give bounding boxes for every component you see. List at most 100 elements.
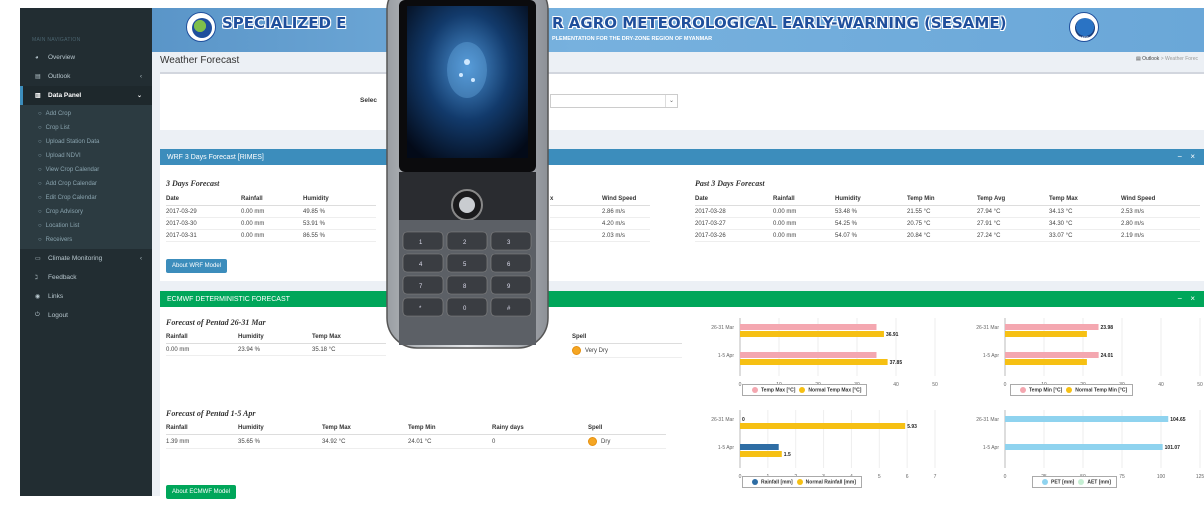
bar bbox=[1005, 359, 1087, 365]
table-row: 2.86 m/s bbox=[550, 205, 650, 218]
legend-label: Normal Temp Min [°C] bbox=[1075, 387, 1128, 394]
sun-icon bbox=[588, 437, 597, 446]
table-cell: 35.65 % bbox=[238, 434, 322, 449]
table-cell: 2017-03-27 bbox=[695, 217, 773, 230]
rimes-logo: RIMES bbox=[1069, 12, 1099, 42]
legend-label: AET [mm] bbox=[1087, 479, 1111, 486]
submenu-item-upload-ndvi[interactable]: ○ Upload NDVI bbox=[20, 149, 152, 163]
table-cell: 35.18 °C bbox=[312, 343, 386, 356]
data-label: 104.65 bbox=[1170, 417, 1186, 423]
table-cell: 34.30 °C bbox=[1049, 217, 1121, 230]
temp-min-chart: 0102030405026-31 Mar23.981-5 Apr24.01 bbox=[965, 316, 1203, 392]
globe-icon: ◉ bbox=[35, 294, 41, 300]
bar bbox=[740, 444, 779, 450]
data-label: 1.5 bbox=[784, 452, 791, 458]
circle-icon: ○ bbox=[38, 237, 42, 243]
legend-label: Normal Rainfall [mm] bbox=[805, 479, 856, 486]
circle-icon: ○ bbox=[38, 153, 42, 159]
data-label: 37.85 bbox=[890, 360, 903, 366]
wrf-box-title: WRF 3 Days Forecast [RIMES] bbox=[167, 153, 264, 161]
submenu-item-edit-crop-calendar[interactable]: ○ Edit Crop Calendar bbox=[20, 191, 152, 205]
mobile-phone-image: Xphonell 123 456 789 *0# bbox=[386, 0, 549, 349]
location-dropdown[interactable]: ⌄ bbox=[550, 94, 678, 108]
breadcrumb: ▤ Outlook > Weather Forec bbox=[1136, 56, 1198, 62]
table-cell: 27.94 °C bbox=[977, 205, 1049, 218]
submenu-item-receivers[interactable]: ○ Receivers bbox=[20, 233, 152, 247]
column-header: Wind Speed bbox=[602, 193, 650, 206]
chevron-down-icon: ⌄ bbox=[665, 95, 677, 107]
sidebar-nav-title: MAIN NAVIGATION bbox=[32, 37, 81, 43]
about-ecmwf-model-button[interactable]: About ECMWF Model bbox=[166, 485, 237, 499]
table-header-row: x Wind Speed bbox=[550, 193, 650, 206]
rss-icon: ℷ bbox=[35, 275, 38, 281]
banner-subtitle: PLEMENTATION FOR THE DRY-ZONE REGION OF … bbox=[552, 36, 713, 42]
submenu-item-crop-advisory[interactable]: ○ Crop Advisory bbox=[20, 205, 152, 219]
box-tools[interactable]: − × bbox=[1177, 294, 1198, 303]
box-tools[interactable]: − × bbox=[1177, 152, 1198, 161]
dashboard-icon: ◕ bbox=[35, 54, 39, 61]
table-cell: 0.00 mm bbox=[166, 343, 238, 356]
sun-icon bbox=[572, 346, 581, 355]
circle-icon: ○ bbox=[38, 195, 42, 201]
pentad-2-title: Forecast of Pentad 1-5 Apr bbox=[166, 409, 256, 418]
table-cell: 0.00 mm bbox=[241, 205, 303, 218]
ecmwf-box-header: ECMWF DETERMINISTIC FORECAST − × bbox=[160, 291, 1204, 307]
submenu-item-add-crop[interactable]: ○ Add Crop bbox=[20, 107, 152, 121]
wrf-forecast-table: Date Rainfall Humidity 2017-03-29 0.00 mm… bbox=[166, 193, 376, 242]
circle-icon: ○ bbox=[38, 181, 42, 187]
table-header-row: Spell bbox=[572, 331, 682, 344]
legend-label: PET [mm] bbox=[1051, 479, 1075, 486]
column-header: Temp Max bbox=[322, 422, 408, 435]
sidebar-item-outlook[interactable]: ▤ Outlook ‹ bbox=[20, 67, 152, 86]
bar bbox=[740, 331, 884, 337]
about-wrf-model-button[interactable]: About WRF Model bbox=[166, 259, 228, 273]
submenu-item-upload-station-data[interactable]: ○ Upload Station Data bbox=[20, 135, 152, 149]
column-header: Date bbox=[166, 193, 241, 206]
breadcrumb-outlook[interactable]: Outlook bbox=[1142, 56, 1159, 62]
x-tick-label: 75 bbox=[1119, 474, 1125, 480]
table-cell: 2.03 m/s bbox=[602, 229, 650, 242]
submenu-item-add-crop-calendar[interactable]: ○ Add Crop Calendar bbox=[20, 177, 152, 191]
wrf-forecast-box: WRF 3 Days Forecast [RIMES] − × 3 Days F… bbox=[160, 149, 1204, 281]
wrf-box-header: WRF 3 Days Forecast [RIMES] − × bbox=[160, 149, 1204, 165]
sidebar-header bbox=[20, 8, 152, 32]
y-category-label: 26-31 Mar bbox=[976, 417, 999, 423]
submenu-label: Add Crop bbox=[45, 111, 71, 117]
x-tick-label: 5 bbox=[878, 474, 881, 480]
wrf-forecast-title: 3 Days Forecast bbox=[166, 179, 220, 188]
sidebar-item-climate-monitoring[interactable]: ▭ Climate Monitoring ‹ bbox=[20, 249, 152, 268]
table-cell: 27.91 °C bbox=[977, 217, 1049, 230]
table-cell: 2.19 m/s bbox=[1121, 229, 1200, 242]
table-cell: 24.01 °C bbox=[408, 434, 492, 449]
submenu-item-view-crop-calendar[interactable]: ○ View Crop Calendar bbox=[20, 163, 152, 177]
table-cell: 0.00 mm bbox=[241, 229, 303, 242]
sidebar-item-links[interactable]: ◉ Links bbox=[20, 287, 152, 306]
legend-swatch bbox=[796, 479, 803, 485]
top-strip bbox=[0, 0, 1204, 8]
table-cell: 2017-03-30 bbox=[166, 217, 241, 230]
submenu-label: Edit Crop Calendar bbox=[45, 195, 97, 201]
sidebar-item-logout[interactable]: ⏻ Logout bbox=[20, 306, 152, 325]
rainfall-legend: Rainfall [mm] Normal Rainfall [mm] bbox=[742, 476, 862, 489]
submenu-item-location-list[interactable]: ○ Location List bbox=[20, 219, 152, 233]
legend-swatch bbox=[799, 387, 806, 393]
breadcrumb-current: Weather Forec bbox=[1165, 56, 1198, 62]
bar-chart-svg: 0123456726-31 Mar05.931-5 Apr1.5 bbox=[711, 410, 937, 480]
submenu-label: View Crop Calendar bbox=[45, 167, 100, 173]
sidebar-item-data-panel[interactable]: ▥ Data Panel ⌄ bbox=[20, 86, 152, 105]
circle-icon: ○ bbox=[38, 167, 42, 173]
bar-chart-svg: 025507510012526-31 Mar104.651-5 Apr101.0… bbox=[976, 410, 1204, 480]
submenu-item-crop-list[interactable]: ○ Crop List bbox=[20, 121, 152, 135]
sidebar-item-feedback[interactable]: ℷ Feedback bbox=[20, 268, 152, 287]
bar-chart-svg: 0102030405026-31 Mar23.981-5 Apr24.01 bbox=[976, 318, 1203, 388]
table-header-row: Rainfall Humidity Temp Max bbox=[166, 331, 386, 344]
sidebar-item-overview[interactable]: ◕ Overview bbox=[20, 48, 152, 67]
select-label: Selec bbox=[360, 97, 377, 104]
circle-icon: ○ bbox=[38, 111, 42, 117]
table-cell: 49.85 % bbox=[303, 205, 376, 218]
table-row: 1.39 mm 35.65 % 34.92 °C 24.01 °C 0 Dry bbox=[166, 434, 666, 449]
chevron-down-icon: ⌄ bbox=[136, 93, 142, 99]
table-row: 2017-03-27 0.00 mm 54.25 % 20.75 °C 27.91 °C… bbox=[695, 217, 1200, 230]
table-cell: 0.00 mm bbox=[773, 205, 835, 218]
table-cell: 2017-03-31 bbox=[166, 229, 241, 242]
